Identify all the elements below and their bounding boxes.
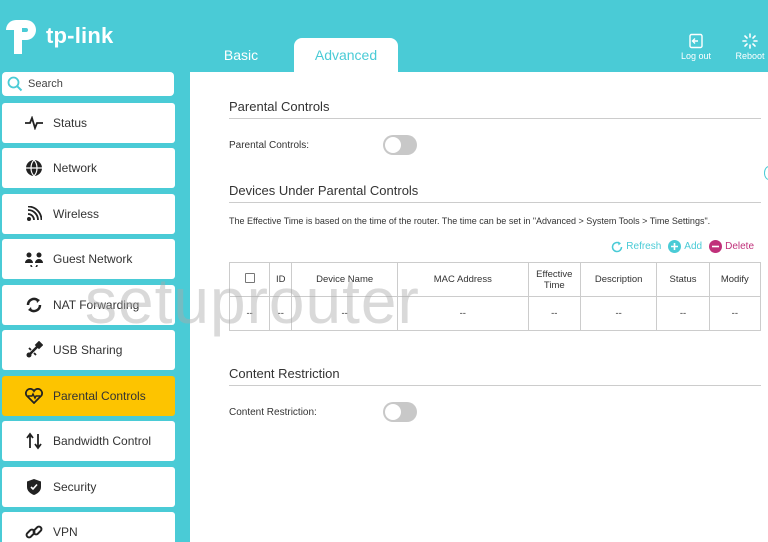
sidebar-item-label: VPN xyxy=(53,525,78,539)
section-title-devices: Devices Under Parental Controls xyxy=(229,183,419,198)
sidebar-item-label: USB Sharing xyxy=(53,343,123,357)
table-cell: -- xyxy=(656,296,710,331)
guests-icon xyxy=(22,247,46,271)
column-header: MAC Address xyxy=(396,262,529,297)
logo-text: tp-link xyxy=(46,23,114,48)
sidebar-item-label: Security xyxy=(53,480,97,494)
column-header: Modify xyxy=(708,262,762,297)
table-cell: -- xyxy=(579,296,658,331)
reboot-label: Reboot xyxy=(735,51,765,61)
main-content: Parental Controls Parental Controls: Dev… xyxy=(190,72,768,542)
reboot-icon xyxy=(742,33,758,49)
sidebar-item-label: Wireless xyxy=(53,207,100,221)
column-header: ID xyxy=(269,262,293,297)
help-icon[interactable] xyxy=(764,166,768,180)
select-all-checkbox[interactable] xyxy=(244,273,255,283)
content-restriction-toggle[interactable] xyxy=(383,402,417,422)
shield-icon xyxy=(22,475,46,499)
tab-advanced[interactable]: Advanced xyxy=(294,38,398,72)
logout-label: Log out xyxy=(680,51,712,61)
sidebar-item-vpn[interactable]: VPN xyxy=(2,512,175,542)
usb-icon xyxy=(22,338,46,362)
logout-button[interactable]: Log out xyxy=(674,33,718,61)
divider xyxy=(229,385,761,386)
search-placeholder: Search xyxy=(28,78,63,90)
sidebar-item-label: Network xyxy=(53,161,98,175)
add-button[interactable]: Add xyxy=(668,240,702,253)
devices-table: ID Device Name MAC Address Effective Tim… xyxy=(228,262,762,331)
heart-icon xyxy=(22,384,46,408)
section-title-parental-controls: Parental Controls xyxy=(229,99,330,114)
parental-controls-toggle[interactable] xyxy=(383,135,417,155)
table-header-row: ID Device Name MAC Address Effective Tim… xyxy=(228,262,762,297)
reboot-button[interactable]: Reboot xyxy=(728,33,768,61)
sidebar-item-usb-sharing[interactable]: USB Sharing xyxy=(2,330,175,370)
sidebar-item-label: Status xyxy=(53,116,88,130)
sidebar-item-network[interactable]: Network xyxy=(2,148,175,188)
divider xyxy=(229,118,761,119)
refresh-label: Refresh xyxy=(626,241,662,252)
sidebar: Search Status Network Wireless Guest Net… xyxy=(0,72,178,542)
sidebar-item-security[interactable]: Security xyxy=(2,467,175,507)
refresh-button[interactable]: Refresh xyxy=(611,241,661,253)
column-header: Effective Time xyxy=(527,262,581,297)
wifi-icon xyxy=(22,202,46,226)
column-header: Description xyxy=(579,262,658,297)
table-cell: -- xyxy=(708,296,762,331)
search-icon xyxy=(7,76,23,92)
sidebar-item-label: Parental Controls xyxy=(53,389,146,403)
sidebar-item-label: NAT Forwarding xyxy=(53,298,140,312)
table-cell: -- xyxy=(269,296,293,331)
search-input[interactable]: Search xyxy=(2,72,174,96)
top-header: tp-link Basic Advanced Log out Reboot xyxy=(0,0,768,72)
delete-icon xyxy=(709,240,723,253)
sidebar-item-parental-controls[interactable]: Parental Controls xyxy=(2,376,175,416)
column-header: Device Name xyxy=(291,262,398,297)
add-icon xyxy=(668,240,682,253)
tp-link-logo-icon xyxy=(2,16,42,56)
table-cell: -- xyxy=(228,296,271,331)
sidebar-item-label: Guest Network xyxy=(53,252,133,266)
section-title-content-restriction: Content Restriction xyxy=(229,366,340,381)
sidebar-item-label: Bandwidth Control xyxy=(53,434,152,448)
parental-controls-label: Parental Controls: xyxy=(229,140,310,151)
refresh-icon xyxy=(612,241,623,252)
delete-label: Delete xyxy=(725,241,754,252)
table-cell: -- xyxy=(291,296,398,331)
tab-basic[interactable]: Basic xyxy=(200,38,282,72)
sidebar-item-nat-forwarding[interactable]: NAT Forwarding xyxy=(2,285,175,325)
sidebar-item-bandwidth-control[interactable]: Bandwidth Control xyxy=(2,421,175,461)
logout-icon xyxy=(689,33,703,49)
sidebar-item-guest-network[interactable]: Guest Network xyxy=(2,239,175,279)
divider xyxy=(229,202,761,203)
delete-button[interactable]: Delete xyxy=(709,240,754,253)
updown-arrows-icon xyxy=(22,429,46,453)
content-restriction-label: Content Restriction: xyxy=(229,407,317,418)
effective-time-note: The Effective Time is based on the time … xyxy=(229,216,711,226)
tp-link-logo: tp-link xyxy=(2,16,113,56)
pulse-icon xyxy=(22,111,46,135)
sidebar-item-wireless[interactable]: Wireless xyxy=(2,194,175,234)
sidebar-item-status[interactable]: Status xyxy=(2,103,175,143)
table-cell: -- xyxy=(527,296,581,331)
table-row: -- -- -- -- -- -- -- -- xyxy=(228,296,762,331)
globe-icon xyxy=(22,156,46,180)
nat-icon xyxy=(22,293,46,317)
table-cell: -- xyxy=(396,296,529,331)
column-header: Status xyxy=(656,262,710,297)
link-icon xyxy=(22,520,46,542)
select-all-checkbox-cell[interactable] xyxy=(228,262,271,297)
add-label: Add xyxy=(684,241,703,252)
table-actions: Refresh Add Delete xyxy=(604,240,754,253)
